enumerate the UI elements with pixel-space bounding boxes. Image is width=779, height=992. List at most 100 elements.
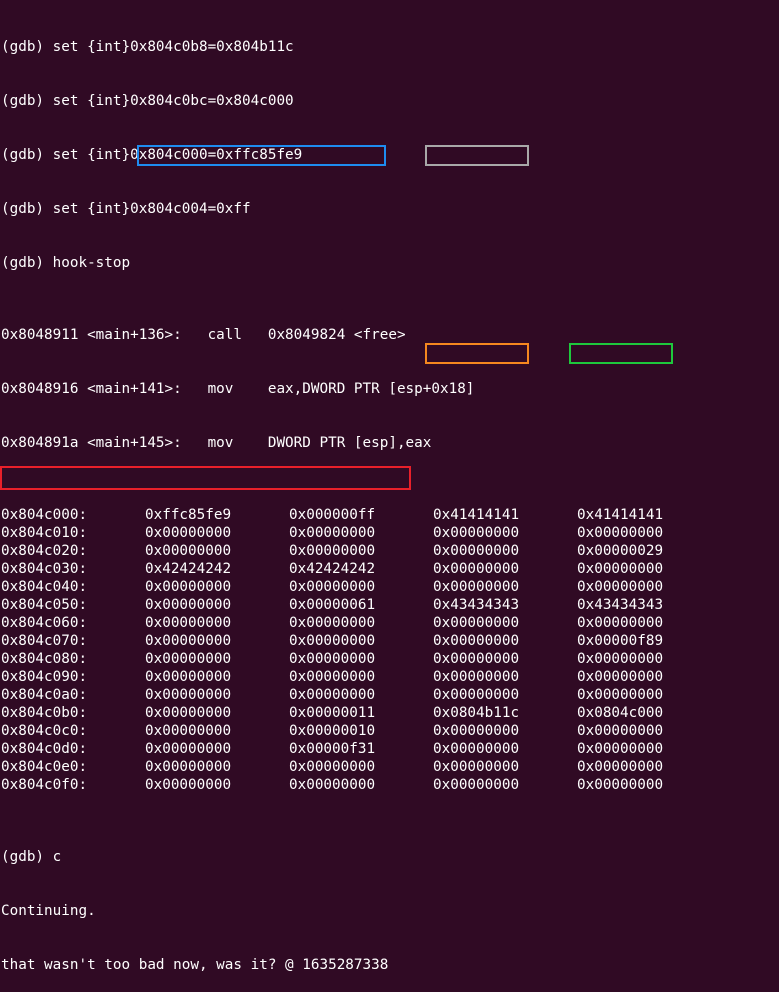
memory-word: 0x00000000 [145,597,232,613]
memory-word: 0x00000000 [145,741,232,757]
memory-word: 0x0804c000 [577,705,664,721]
gdb-command-line: (gdb) set {int}0x804c0bc=0x804c000 [1,93,294,109]
memory-word: 0x00000000 [289,687,376,703]
memory-word: 0x00000000 [289,777,376,793]
memory-word: 0x00000000 [145,525,232,541]
memory-row: 0x804c010: 0x00000000 0x00000000 0x00000000… [1,524,777,542]
memory-address: 0x804c050: [1,597,88,613]
memory-word: 0x00000000 [289,543,376,559]
memory-word: 0x00000000 [433,543,520,559]
memory-word: 0x00000000 [145,705,232,721]
memory-word: 0x43434343 [433,597,520,613]
memory-word: 0x00000000 [577,579,664,595]
memory-word: 0x00000000 [145,723,232,739]
memory-address: 0x804c0d0: [1,741,88,757]
memory-word: 0x00000000 [289,669,376,685]
memory-word: 0x00000000 [145,759,232,775]
memory-word: 0x00000000 [289,651,376,667]
memory-word: 0x00000010 [289,723,376,739]
memory-word: 0x00000000 [145,777,232,793]
memory-row: 0x804c000: 0xffc85fe9 0x000000ff 0x41414141… [1,506,777,524]
memory-row: 0x804c060: 0x00000000 0x00000000 0x00000000… [1,614,777,632]
memory-word: 0x00000000 [289,525,376,541]
memory-word: 0x00000000 [433,633,520,649]
memory-word: 0x00000000 [577,651,664,667]
memory-word: 0x00000000 [433,579,520,595]
winner-output: that wasn't too bad now, was it? @ 16352… [1,957,389,973]
memory-word: 0x00000000 [433,741,520,757]
memory-word: 0x00000000 [577,525,664,541]
memory-word: 0x42424242 [145,561,232,577]
memory-row: 0x804c020: 0x00000000 0x00000000 0x00000000… [1,542,777,560]
memory-word: 0x00000011 [289,705,376,721]
memory-address: 0x804c060: [1,615,88,631]
memory-row: 0x804c030: 0x42424242 0x42424242 0x00000000… [1,560,777,578]
memory-word: 0x00000000 [577,561,664,577]
memory-word: 0x00000000 [145,669,232,685]
memory-address: 0x804c020: [1,543,88,559]
disassembly-line: 0x8048916 <main+141>: mov eax,DWORD PTR … [1,381,475,397]
gdb-continue-command: (gdb) c [1,849,62,865]
memory-word: 0x00000000 [289,759,376,775]
memory-address: 0x804c040: [1,579,88,595]
memory-word: 0x00000000 [433,723,520,739]
memory-word: 0x00000029 [577,543,664,559]
memory-word: 0x00000000 [433,525,520,541]
memory-row: 0x804c080: 0x00000000 0x00000000 0x00000000… [1,650,777,668]
memory-word: 0x00000000 [433,687,520,703]
memory-word: 0x0804b11c [433,705,520,721]
memory-row: 0x804c0e0: 0x00000000 0x00000000 0x00000000… [1,758,777,776]
memory-word: 0x43434343 [577,597,664,613]
memory-word: 0x00000000 [577,777,664,793]
memory-address: 0x804c080: [1,651,88,667]
memory-word: 0xffc85fe9 [145,507,232,523]
memory-row: 0x804c040: 0x00000000 0x00000000 0x00000000… [1,578,777,596]
memory-word: 0x41414141 [433,507,520,523]
memory-address: 0x804c090: [1,669,88,685]
memory-address: 0x804c010: [1,525,88,541]
memory-word: 0x00000000 [577,687,664,703]
gdb-terminal[interactable]: (gdb) set {int}0x804c0b8=0x804b11c (gdb)… [1,2,777,973]
gdb-command-line: (gdb) set {int}0x804c004=0xff [1,201,251,217]
gdb-command-line: (gdb) hook-stop [1,255,131,271]
memory-address: 0x804c0b0: [1,705,88,721]
memory-word: 0x00000000 [145,687,232,703]
continuing-message: Continuing. [1,903,96,919]
memory-row: 0x804c0d0: 0x00000000 0x00000f31 0x00000000… [1,740,777,758]
memory-word: 0x41414141 [577,507,664,523]
memory-row: 0x804c0a0: 0x00000000 0x00000000 0x00000000… [1,686,777,704]
memory-address: 0x804c0c0: [1,723,88,739]
memory-word: 0x00000061 [289,597,376,613]
memory-word: 0x00000000 [289,615,376,631]
memory-word: 0x00000000 [433,561,520,577]
memory-word: 0x00000000 [577,723,664,739]
memory-row: 0x804c090: 0x00000000 0x00000000 0x00000000… [1,668,777,686]
memory-word: 0x00000000 [577,759,664,775]
memory-word: 0x00000000 [289,579,376,595]
memory-word: 0x00000000 [145,651,232,667]
memory-address: 0x804c030: [1,561,88,577]
gdb-command-line: (gdb) set {int}0x804c0b8=0x804b11c [1,39,294,55]
memory-word: 0x00000000 [433,669,520,685]
memory-row: 0x804c0c0: 0x00000000 0x00000010 0x00000000… [1,722,777,740]
memory-address: 0x804c0f0: [1,777,88,793]
memory-word: 0x00000000 [145,633,232,649]
memory-word: 0x00000000 [433,615,520,631]
memory-address: 0x804c0a0: [1,687,88,703]
memory-word: 0x00000f31 [289,741,376,757]
memory-word: 0x00000000 [433,759,520,775]
memory-word: 0x00000000 [289,633,376,649]
memory-dump: 0x804c000: 0xffc85fe9 0x000000ff 0x41414141… [1,506,777,794]
memory-word: 0x000000ff [289,507,376,523]
memory-word: 0x00000000 [577,615,664,631]
memory-word: 0x00000000 [577,669,664,685]
memory-word: 0x42424242 [289,561,376,577]
disassembly-line: 0x8048911 <main+136>: call 0x8049824 <fr… [1,327,406,343]
memory-address: 0x804c070: [1,633,88,649]
gdb-command-line: (gdb) set {int}0x804c000=0xffc85fe9 [1,147,303,163]
memory-word: 0x00000000 [145,543,232,559]
memory-address: 0x804c0e0: [1,759,88,775]
memory-word: 0x00000f89 [577,633,664,649]
memory-address: 0x804c000: [1,507,88,523]
memory-word: 0x00000000 [433,777,520,793]
